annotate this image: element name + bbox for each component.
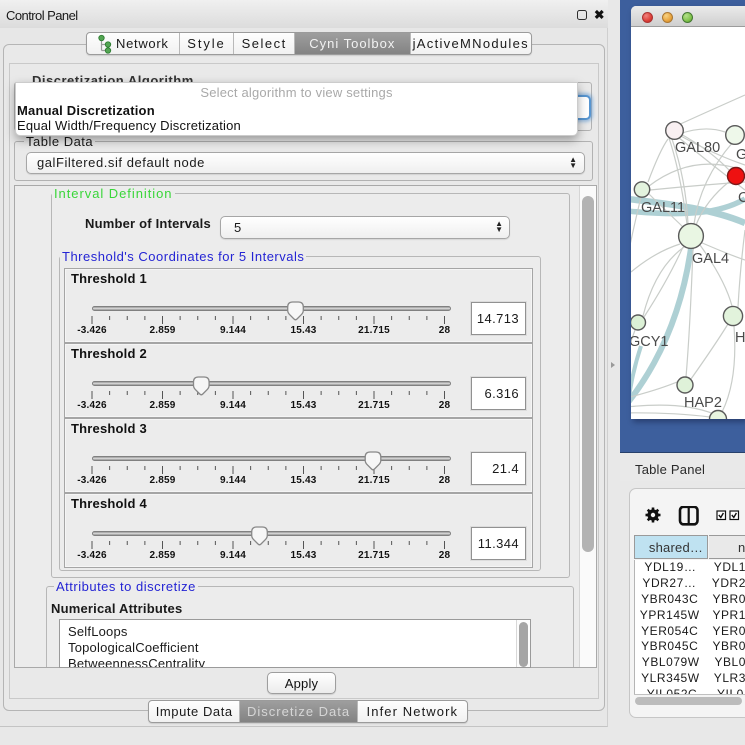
svg-text:H: H [735, 330, 745, 346]
svg-text:GA: GA [736, 147, 745, 163]
svg-text:GAL11: GAL11 [641, 200, 685, 216]
svg-text:C: C [738, 190, 745, 206]
svg-text:GAL4: GAL4 [692, 251, 729, 267]
svg-text:HAP2: HAP2 [684, 395, 722, 411]
svg-text:GAL80: GAL80 [675, 140, 720, 156]
svg-text:GCY1: GCY1 [631, 334, 669, 350]
